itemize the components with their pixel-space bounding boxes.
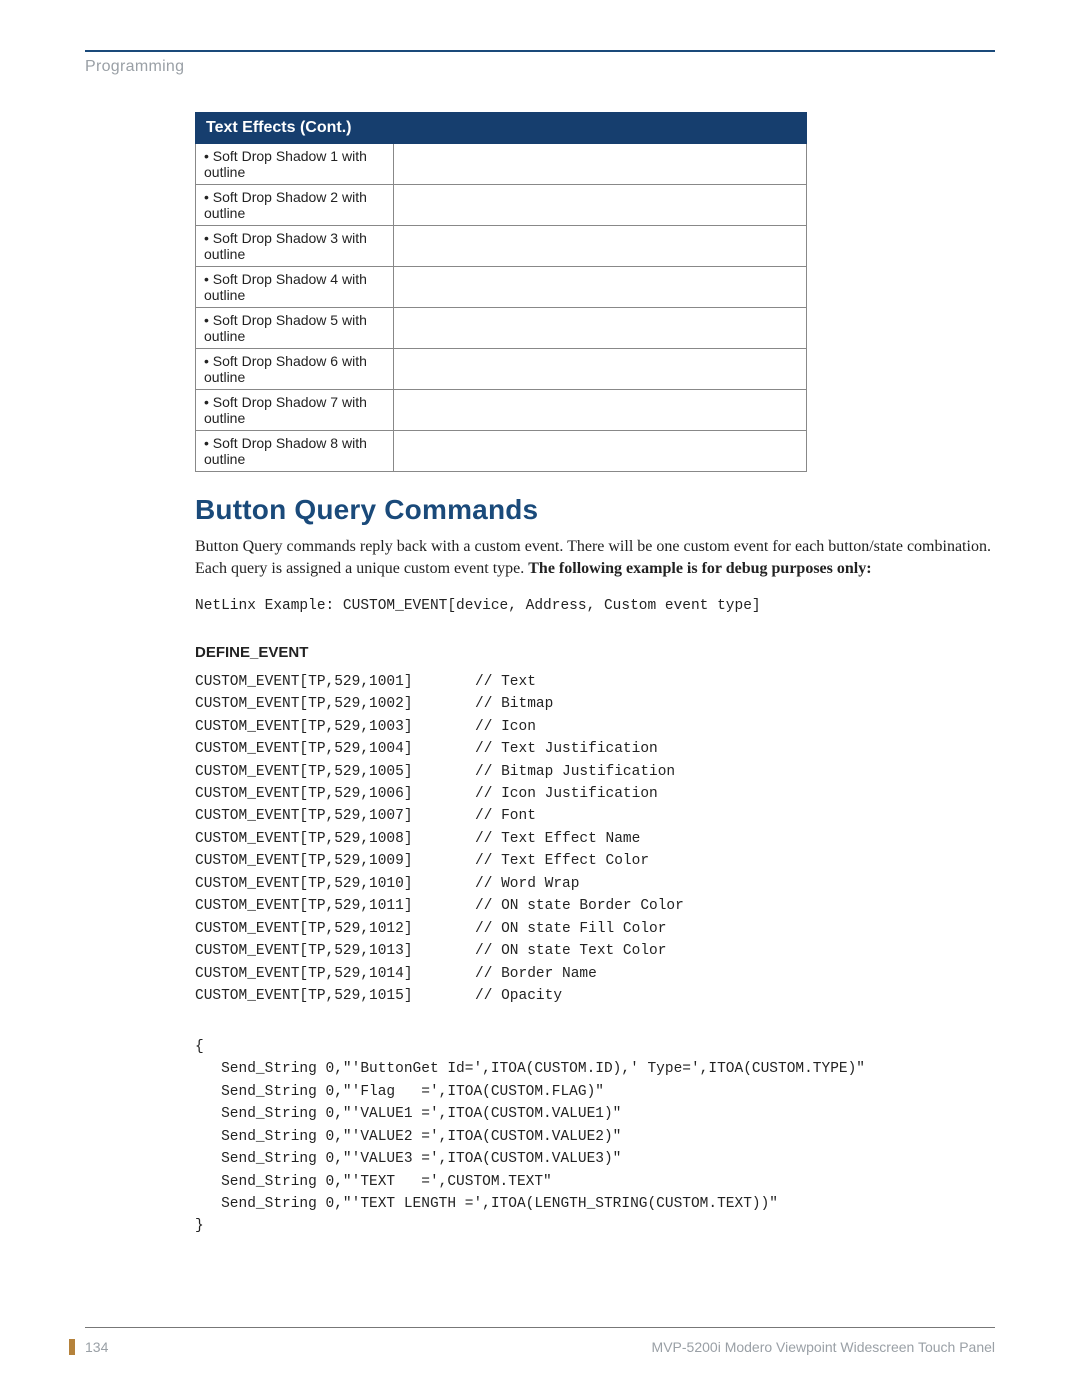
custom-event-row: CUSTOM_EVENT[TP,529,1003]// Icon	[195, 716, 995, 738]
custom-event-row: CUSTOM_EVENT[TP,529,1013]// ON state Tex…	[195, 940, 995, 962]
custom-event-comment: // Bitmap Justification	[475, 764, 675, 780]
custom-event-row: CUSTOM_EVENT[TP,529,1002]// Bitmap	[195, 693, 995, 715]
table-row: • Soft Drop Shadow 2 with outline	[196, 185, 807, 226]
custom-event-row: CUSTOM_EVENT[TP,529,1009]// Text Effect …	[195, 850, 995, 872]
custom-event-cmd: CUSTOM_EVENT[TP,529,1001]	[195, 671, 475, 693]
content-area: Text Effects (Cont.) • Soft Drop Shadow …	[195, 112, 995, 1238]
table-header: Text Effects (Cont.)	[196, 113, 807, 144]
custom-event-row: CUSTOM_EVENT[TP,529,1012]// ON state Fil…	[195, 918, 995, 940]
section-heading: Button Query Commands	[195, 494, 995, 526]
code-block: { Send_String 0,"'ButtonGet Id=',ITOA(CU…	[195, 1036, 995, 1238]
custom-event-row: CUSTOM_EVENT[TP,529,1005]// Bitmap Justi…	[195, 761, 995, 783]
custom-event-cmd: CUSTOM_EVENT[TP,529,1010]	[195, 873, 475, 895]
table-row: • Soft Drop Shadow 7 with outline	[196, 390, 807, 431]
table-row: • Soft Drop Shadow 6 with outline	[196, 349, 807, 390]
custom-event-comment: // ON state Border Color	[475, 898, 684, 914]
section-label: Programming	[85, 58, 995, 76]
table-cell-effect: • Soft Drop Shadow 5 with outline	[196, 308, 394, 349]
custom-event-row: CUSTOM_EVENT[TP,529,1001]// Text	[195, 671, 995, 693]
footer-doc-title: MVP-5200i Modero Viewpoint Widescreen To…	[652, 1339, 995, 1355]
custom-event-cmd: CUSTOM_EVENT[TP,529,1012]	[195, 918, 475, 940]
custom-event-cmd: CUSTOM_EVENT[TP,529,1007]	[195, 805, 475, 827]
table-cell-empty	[394, 185, 807, 226]
table-row: • Soft Drop Shadow 3 with outline	[196, 226, 807, 267]
custom-event-cmd: CUSTOM_EVENT[TP,529,1014]	[195, 963, 475, 985]
custom-event-row: CUSTOM_EVENT[TP,529,1014]// Border Name	[195, 963, 995, 985]
top-rule	[85, 50, 995, 52]
custom-event-comment: // Icon	[475, 719, 536, 735]
custom-event-cmd: CUSTOM_EVENT[TP,529,1013]	[195, 940, 475, 962]
custom-event-row: CUSTOM_EVENT[TP,529,1008]// Text Effect …	[195, 828, 995, 850]
custom-event-list: CUSTOM_EVENT[TP,529,1001]// TextCUSTOM_E…	[195, 671, 995, 1008]
custom-event-comment: // Text Effect Color	[475, 853, 649, 869]
page-number: 134	[69, 1339, 113, 1355]
table-cell-effect: • Soft Drop Shadow 4 with outline	[196, 267, 394, 308]
custom-event-row: CUSTOM_EVENT[TP,529,1015]// Opacity	[195, 985, 995, 1007]
custom-event-row: CUSTOM_EVENT[TP,529,1011]// ON state Bor…	[195, 895, 995, 917]
table-cell-empty	[394, 431, 807, 472]
custom-event-comment: // Text	[475, 674, 536, 690]
table-row: • Soft Drop Shadow 1 with outline	[196, 144, 807, 185]
custom-event-comment: // Opacity	[475, 988, 562, 1004]
text-effects-table: Text Effects (Cont.) • Soft Drop Shadow …	[195, 112, 807, 472]
custom-event-cmd: CUSTOM_EVENT[TP,529,1008]	[195, 828, 475, 850]
custom-event-comment: // Word Wrap	[475, 876, 579, 892]
define-event-heading: DEFINE_EVENT	[195, 644, 995, 661]
custom-event-comment: // ON state Fill Color	[475, 921, 666, 937]
table-row: • Soft Drop Shadow 4 with outline	[196, 267, 807, 308]
table-cell-effect: • Soft Drop Shadow 1 with outline	[196, 144, 394, 185]
table-row: • Soft Drop Shadow 5 with outline	[196, 308, 807, 349]
table-cell-effect: • Soft Drop Shadow 8 with outline	[196, 431, 394, 472]
custom-event-cmd: CUSTOM_EVENT[TP,529,1005]	[195, 761, 475, 783]
custom-event-cmd: CUSTOM_EVENT[TP,529,1011]	[195, 895, 475, 917]
table-cell-empty	[394, 349, 807, 390]
custom-event-comment: // Bitmap	[475, 696, 553, 712]
intro-paragraph: Button Query commands reply back with a …	[195, 536, 995, 579]
custom-event-cmd: CUSTOM_EVENT[TP,529,1003]	[195, 716, 475, 738]
table-cell-empty	[394, 144, 807, 185]
table-cell-effect: • Soft Drop Shadow 2 with outline	[196, 185, 394, 226]
custom-event-comment: // ON state Text Color	[475, 943, 666, 959]
table-cell-effect: • Soft Drop Shadow 6 with outline	[196, 349, 394, 390]
custom-event-cmd: CUSTOM_EVENT[TP,529,1004]	[195, 738, 475, 760]
custom-event-cmd: CUSTOM_EVENT[TP,529,1006]	[195, 783, 475, 805]
custom-event-row: CUSTOM_EVENT[TP,529,1007]// Font	[195, 805, 995, 827]
custom-event-cmd: CUSTOM_EVENT[TP,529,1015]	[195, 985, 475, 1007]
table-row: • Soft Drop Shadow 8 with outline	[196, 431, 807, 472]
netlinx-example: NetLinx Example: CUSTOM_EVENT[device, Ad…	[195, 595, 995, 617]
custom-event-cmd: CUSTOM_EVENT[TP,529,1009]	[195, 850, 475, 872]
table-cell-empty	[394, 226, 807, 267]
table-cell-effect: • Soft Drop Shadow 7 with outline	[196, 390, 394, 431]
page-footer: 134 MVP-5200i Modero Viewpoint Widescree…	[85, 1326, 995, 1355]
custom-event-comment: // Icon Justification	[475, 786, 658, 802]
custom-event-comment: // Text Justification	[475, 741, 658, 757]
intro-bold: The following example is for debug purpo…	[528, 560, 871, 577]
custom-event-comment: // Border Name	[475, 966, 597, 982]
custom-event-row: CUSTOM_EVENT[TP,529,1004]// Text Justifi…	[195, 738, 995, 760]
custom-event-comment: // Text Effect Name	[475, 831, 640, 847]
table-cell-empty	[394, 390, 807, 431]
custom-event-row: CUSTOM_EVENT[TP,529,1006]// Icon Justifi…	[195, 783, 995, 805]
table-cell-empty	[394, 308, 807, 349]
custom-event-comment: // Font	[475, 808, 536, 824]
table-cell-empty	[394, 267, 807, 308]
table-cell-effect: • Soft Drop Shadow 3 with outline	[196, 226, 394, 267]
custom-event-row: CUSTOM_EVENT[TP,529,1010]// Word Wrap	[195, 873, 995, 895]
custom-event-cmd: CUSTOM_EVENT[TP,529,1002]	[195, 693, 475, 715]
